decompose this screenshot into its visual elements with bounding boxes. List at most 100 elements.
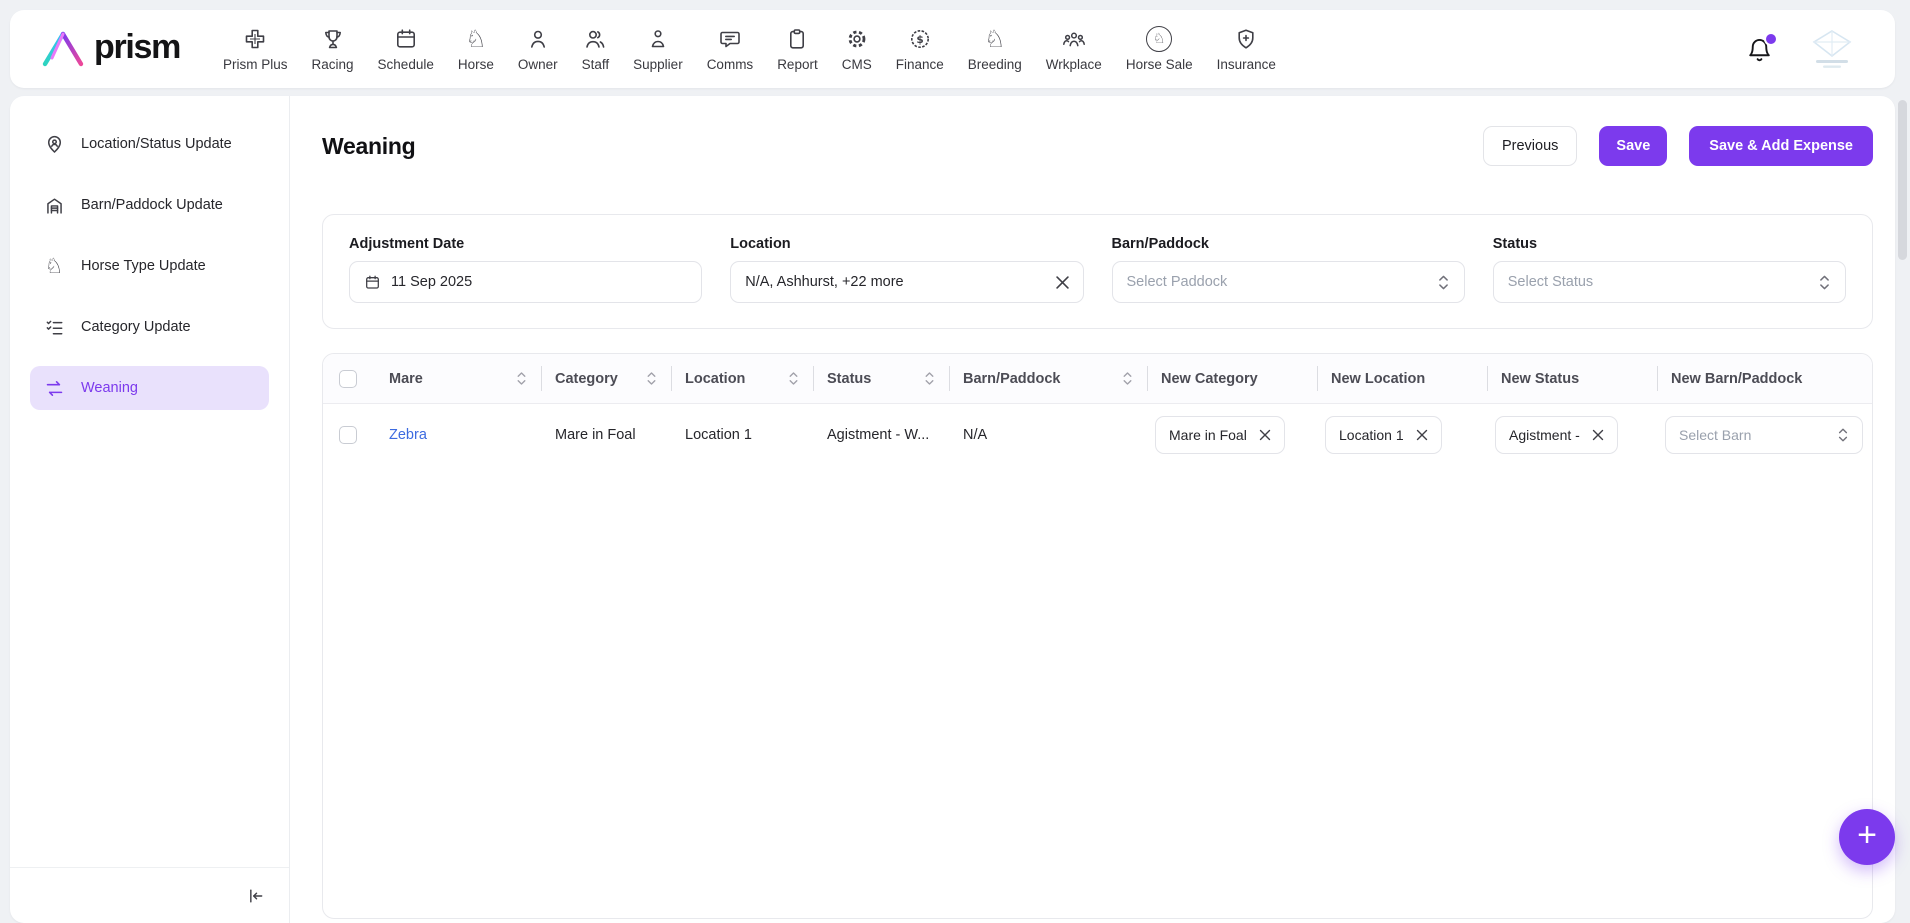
horse-icon: ♘ [43,256,65,277]
scrollbar-thumb[interactable] [1898,100,1907,260]
unread-notification-dot [1764,32,1778,46]
select-all-cell [323,354,375,403]
weaning-table: Mare Category Location Status Barn/Paddo… [322,353,1873,919]
main-nav: Prism Plus Racing Schedule ♘ Horse Owner [223,26,1276,72]
sidebar-item-horse-type-update[interactable]: ♘ Horse Type Update [30,244,269,288]
topbar-right [1746,27,1895,71]
nav-item-insurance[interactable]: Insurance [1217,26,1276,72]
location-select[interactable]: N/A, Ashhurst, +22 more [730,261,1083,303]
status-select[interactable]: Select Status [1493,261,1846,303]
horse-circle-icon: ♘ [1146,26,1172,52]
swap-arrows-icon [43,378,65,399]
nav-item-racing[interactable]: Racing [312,26,354,72]
mare-link[interactable]: Zebra [389,427,427,443]
horse-icon: ♘ [984,26,1006,52]
location-label: Location [730,236,1083,252]
remove-new-category-icon[interactable] [1259,429,1271,441]
filter-location: Location N/A, Ashhurst, +22 more [730,236,1083,303]
adjustment-date-value: 11 Sep 2025 [391,274,472,290]
svg-text:$: $ [916,34,923,46]
status-label: Status [1493,236,1846,252]
nav-item-finance[interactable]: $ Finance [896,26,944,72]
column-header-new-status: New Status [1487,354,1657,403]
column-header-mare[interactable]: Mare [375,354,541,403]
person-icon [646,26,670,52]
select-all-checkbox[interactable] [339,370,357,388]
nav-item-comms[interactable]: Comms [707,26,754,72]
notifications-button[interactable] [1746,36,1773,63]
previous-button[interactable]: Previous [1483,126,1577,166]
add-button[interactable]: + [1839,809,1895,865]
save-button[interactable]: Save [1599,126,1667,166]
new-category-chip[interactable]: Mare in Foal [1155,416,1285,454]
page-title: Weaning [322,133,415,160]
filters-card: Adjustment Date 11 Sep 2025 Location N/A… [322,214,1873,329]
new-status-chip[interactable]: Agistment - [1495,416,1618,454]
stable-logo[interactable] [1805,27,1859,71]
row-select-cell [323,426,375,444]
nav-item-horse-sale[interactable]: ♘ Horse Sale [1126,26,1193,72]
sort-icon[interactable] [788,371,799,386]
trophy-icon [321,26,345,52]
row-checkbox[interactable] [339,426,357,444]
prism-logo[interactable]: prism [10,28,215,70]
barn-icon [43,195,65,216]
column-header-location[interactable]: Location [671,354,813,403]
sidebar-item-label: Barn/Paddock Update [81,197,223,213]
sort-icon[interactable] [646,371,657,386]
chevron-up-down-icon [1437,274,1450,291]
location-value: N/A, Ashhurst, +22 more [745,274,903,290]
content-panel: Location/Status Update Barn/Paddock Upda… [10,96,1895,923]
new-location-chip[interactable]: Location 1 [1325,416,1442,454]
person-icon [526,26,550,52]
table-header-row: Mare Category Location Status Barn/Paddo… [323,354,1872,404]
filter-barn-paddock: Barn/Paddock Select Paddock [1112,236,1465,303]
filter-adjustment-date: Adjustment Date 11 Sep 2025 [349,236,702,303]
sort-icon[interactable] [516,371,527,386]
nav-item-cms[interactable]: CMS [842,26,872,72]
new-barn-select[interactable]: Select Barn [1665,416,1863,454]
barn-paddock-placeholder: Select Paddock [1127,274,1228,290]
barn-paddock-cell: N/A [949,427,1147,443]
sort-icon[interactable] [1122,371,1133,386]
dollar-seal-icon: $ [908,26,932,52]
sort-icon[interactable] [924,371,935,386]
column-header-new-barn-paddock: New Barn/Paddock [1657,354,1870,403]
column-header-barn-paddock[interactable]: Barn/Paddock [949,354,1147,403]
clear-location-icon[interactable] [1056,276,1069,289]
save-add-expense-button[interactable]: Save & Add Expense [1689,126,1873,166]
new-barn-paddock-cell: Select Barn [1657,416,1870,454]
sidebar-item-category-update[interactable]: Category Update [30,305,269,349]
remove-new-status-icon[interactable] [1592,429,1604,441]
sidebar-item-barn-paddock-update[interactable]: Barn/Paddock Update [30,183,269,227]
nav-item-wrkplace[interactable]: Wrkplace [1046,26,1102,72]
horse-icon: ♘ [465,26,487,52]
column-header-new-location: New Location [1317,354,1487,403]
barn-paddock-select[interactable]: Select Paddock [1112,261,1465,303]
sidebar-item-label: Horse Type Update [81,258,206,274]
nav-item-staff[interactable]: Staff [582,26,610,72]
calendar-icon [394,26,418,52]
nav-item-owner[interactable]: Owner [518,26,558,72]
prism-logo-icon [40,28,86,70]
barn-paddock-label: Barn/Paddock [1112,236,1465,252]
adjustment-date-input[interactable]: 11 Sep 2025 [349,261,702,303]
sidebar: Location/Status Update Barn/Paddock Upda… [10,96,290,923]
column-header-status[interactable]: Status [813,354,949,403]
nav-item-report[interactable]: Report [777,26,818,72]
nav-item-supplier[interactable]: Supplier [633,26,683,72]
nav-item-prism-plus[interactable]: Prism Plus [223,26,288,72]
sidebar-footer [10,867,289,923]
column-header-category[interactable]: Category [541,354,671,403]
page-header: Weaning Previous Save Save & Add Expense [322,124,1873,168]
calendar-icon [364,274,381,291]
sidebar-item-weaning[interactable]: Weaning [30,366,269,410]
collapse-sidebar-icon[interactable] [245,886,265,906]
nav-item-schedule[interactable]: Schedule [378,26,434,72]
sidebar-item-location-status-update[interactable]: Location/Status Update [30,122,269,166]
nav-item-horse[interactable]: ♘ Horse [458,26,494,72]
clipboard-icon [785,26,809,52]
nav-item-breeding[interactable]: ♘ Breeding [968,26,1022,72]
top-navigation-bar: prism Prism Plus Racing Schedule ♘ Horse [10,10,1895,88]
remove-new-location-icon[interactable] [1416,429,1428,441]
